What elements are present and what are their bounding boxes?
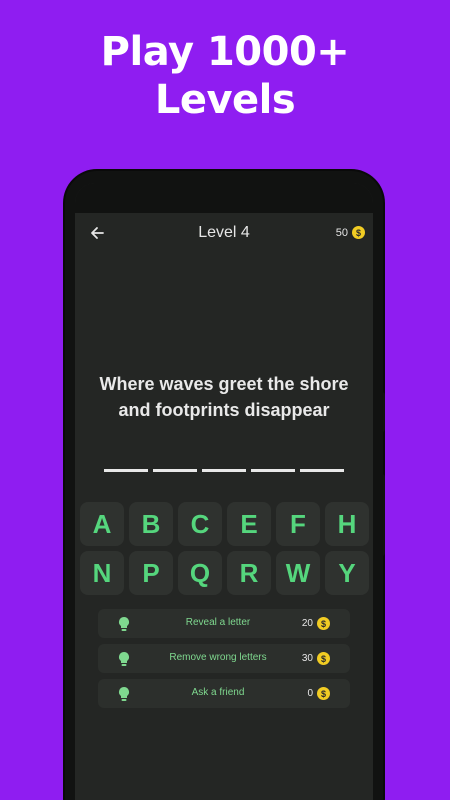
answer-blanks: [104, 469, 344, 472]
letter-key[interactable]: B: [129, 502, 173, 546]
coin-icon: $: [317, 652, 330, 665]
answer-blank: [300, 469, 344, 472]
clue-line-2: and footprints disappear: [118, 400, 330, 420]
hint-reveal-letter-button[interactable]: Reveal a letter 20 $: [98, 609, 350, 638]
letter-key[interactable]: C: [178, 502, 222, 546]
hint-cost-value: 30: [301, 653, 313, 664]
letter-keyboard: ABCEFH NPQRWY: [80, 502, 370, 595]
coin-icon: $: [352, 226, 365, 239]
hint-cost-value: 20: [301, 618, 313, 629]
clue-line-1: Where waves greet the shore: [99, 374, 349, 394]
hint-cost: 20 $: [302, 617, 330, 630]
letter-key[interactable]: P: [129, 551, 173, 595]
answer-blank: [251, 469, 295, 472]
promo-line-1: Play 1000+: [100, 29, 350, 75]
hint-remove-wrong-letters-button[interactable]: Remove wrong letters 30 $: [98, 644, 350, 673]
lightbulb-icon: [119, 652, 129, 666]
letter-key[interactable]: A: [80, 502, 124, 546]
hint-label: Remove wrong letters: [169, 652, 267, 663]
letter-key[interactable]: Q: [178, 551, 222, 595]
top-bar: Level 4 50 $: [75, 213, 373, 253]
clue-text: Where waves greet the shore and footprin…: [75, 371, 373, 423]
letter-key[interactable]: W: [276, 551, 320, 595]
game-screen: Level 4 50 $ Where waves greet the shore…: [75, 183, 373, 800]
answer-blank: [202, 469, 246, 472]
hint-label: Ask a friend: [191, 687, 245, 698]
lightbulb-icon: [119, 687, 129, 701]
hint-ask-friend-button[interactable]: Ask a friend 0 $: [98, 679, 350, 708]
letter-key[interactable]: R: [227, 551, 271, 595]
coin-count: 50: [335, 226, 348, 239]
letter-key[interactable]: Y: [325, 551, 369, 595]
level-title: Level 4: [198, 224, 250, 241]
lightbulb-icon: [119, 617, 129, 631]
status-bar: [75, 183, 373, 213]
letter-key[interactable]: E: [227, 502, 271, 546]
coin-icon: $: [317, 687, 330, 700]
coin-icon: $: [317, 617, 330, 630]
answer-blank: [153, 469, 197, 472]
letter-key[interactable]: F: [276, 502, 320, 546]
hint-cost: 30 $: [302, 652, 330, 665]
hint-label: Reveal a letter: [185, 617, 251, 628]
promo-headline: Play 1000+ Levels: [0, 28, 450, 124]
hint-cost: 0 $: [307, 687, 330, 700]
phone-side-button: [380, 474, 385, 556]
promo-line-2: Levels: [154, 77, 296, 123]
letter-key[interactable]: N: [80, 551, 124, 595]
answer-blank: [104, 469, 148, 472]
hint-cost-value: 0: [307, 688, 313, 699]
coin-balance: 50 $: [336, 226, 365, 239]
hint-list: Reveal a letter 20 $ Remove wrong letter…: [98, 609, 350, 714]
phone-side-button: [380, 392, 385, 432]
letter-key[interactable]: H: [325, 502, 369, 546]
